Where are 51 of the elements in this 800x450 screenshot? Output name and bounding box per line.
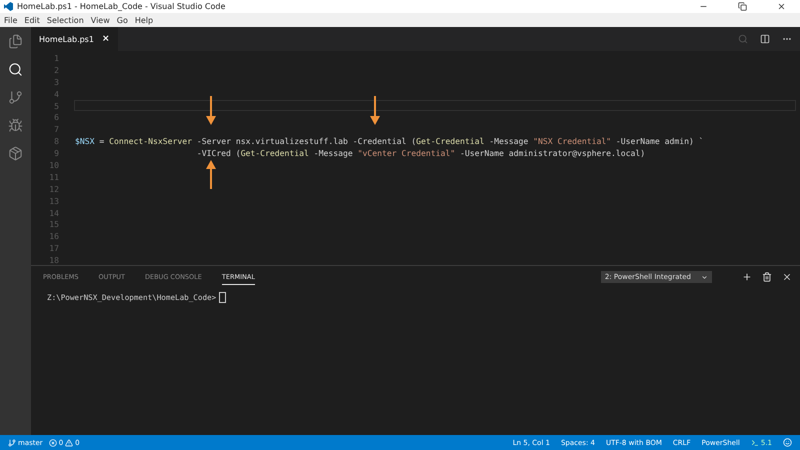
arrow-annotation bbox=[370, 96, 380, 125]
arrow-annotation bbox=[206, 160, 216, 189]
line-number: 1 bbox=[53, 52, 59, 63]
warning-icon[interactable] bbox=[65, 438, 74, 446]
plus-icon[interactable] bbox=[742, 272, 752, 282]
dropdown-caret-icon bbox=[701, 274, 708, 280]
terminal-cursor bbox=[219, 292, 226, 303]
line-number: 10 bbox=[48, 160, 59, 170]
close-icon[interactable] bbox=[782, 272, 792, 282]
line-number: 2 bbox=[53, 64, 59, 75]
close-icon[interactable] bbox=[777, 2, 786, 11]
menu-item[interactable]: File bbox=[4, 16, 18, 24]
restore-icon[interactable] bbox=[738, 2, 747, 11]
menu-item[interactable]: View bbox=[90, 16, 110, 24]
branch-icon[interactable] bbox=[8, 438, 16, 446]
smiley-icon[interactable] bbox=[783, 438, 792, 447]
line-number: 9 bbox=[53, 148, 59, 158]
line-number: 13 bbox=[48, 196, 59, 206]
debug-icon[interactable] bbox=[8, 118, 23, 133]
line-number: 3 bbox=[53, 76, 59, 87]
search-icon[interactable] bbox=[8, 62, 23, 77]
trash-icon[interactable] bbox=[762, 272, 772, 282]
error-icon[interactable] bbox=[48, 438, 57, 446]
menu-item[interactable]: Help bbox=[134, 16, 154, 24]
code-line: -VICred (Get-Credential -Message "vCenter Credential" -UserName administrator@vsphere.local) bbox=[196, 148, 646, 158]
files-icon[interactable] bbox=[8, 34, 23, 49]
terminal-icon[interactable] bbox=[750, 438, 759, 446]
line-number: 5 bbox=[53, 100, 59, 110]
editor-tab[interactable]: HomeLab.ps1 × bbox=[31, 27, 118, 51]
line-number: 4 bbox=[53, 88, 59, 99]
menu-item[interactable]: Go bbox=[116, 16, 128, 24]
line-number: 7 bbox=[53, 124, 59, 134]
line-number: 12 bbox=[48, 184, 59, 194]
code-line: $NSX = Connect-NsxServer -Server nsx.virtualizestuff.lab -Credential (Get-Credential -Message "NSX Credential" -UserName admin) ` bbox=[75, 136, 704, 146]
line-number: 14 bbox=[48, 208, 59, 218]
line-number: 18 bbox=[48, 255, 59, 266]
git-icon[interactable] bbox=[8, 90, 23, 105]
line-number: 8 bbox=[53, 136, 59, 146]
line-number: 16 bbox=[48, 231, 59, 242]
close-tab-icon[interactable]: × bbox=[102, 34, 110, 44]
line-number: 17 bbox=[48, 243, 59, 254]
menu-item[interactable]: Selection bbox=[46, 16, 84, 24]
split-editor-icon[interactable] bbox=[760, 34, 770, 44]
line-number: 15 bbox=[48, 219, 59, 230]
extensions-icon[interactable] bbox=[8, 146, 23, 161]
line-number: 6 bbox=[53, 112, 59, 122]
line-number: 11 bbox=[48, 172, 59, 182]
menu-item[interactable]: Edit bbox=[24, 16, 40, 24]
app-logo-icon bbox=[4, 2, 13, 11]
arrow-annotation bbox=[206, 96, 216, 125]
window-title: HomeLab.ps1 - HomeLab_Code - Visual Studio Code bbox=[17, 2, 226, 11]
